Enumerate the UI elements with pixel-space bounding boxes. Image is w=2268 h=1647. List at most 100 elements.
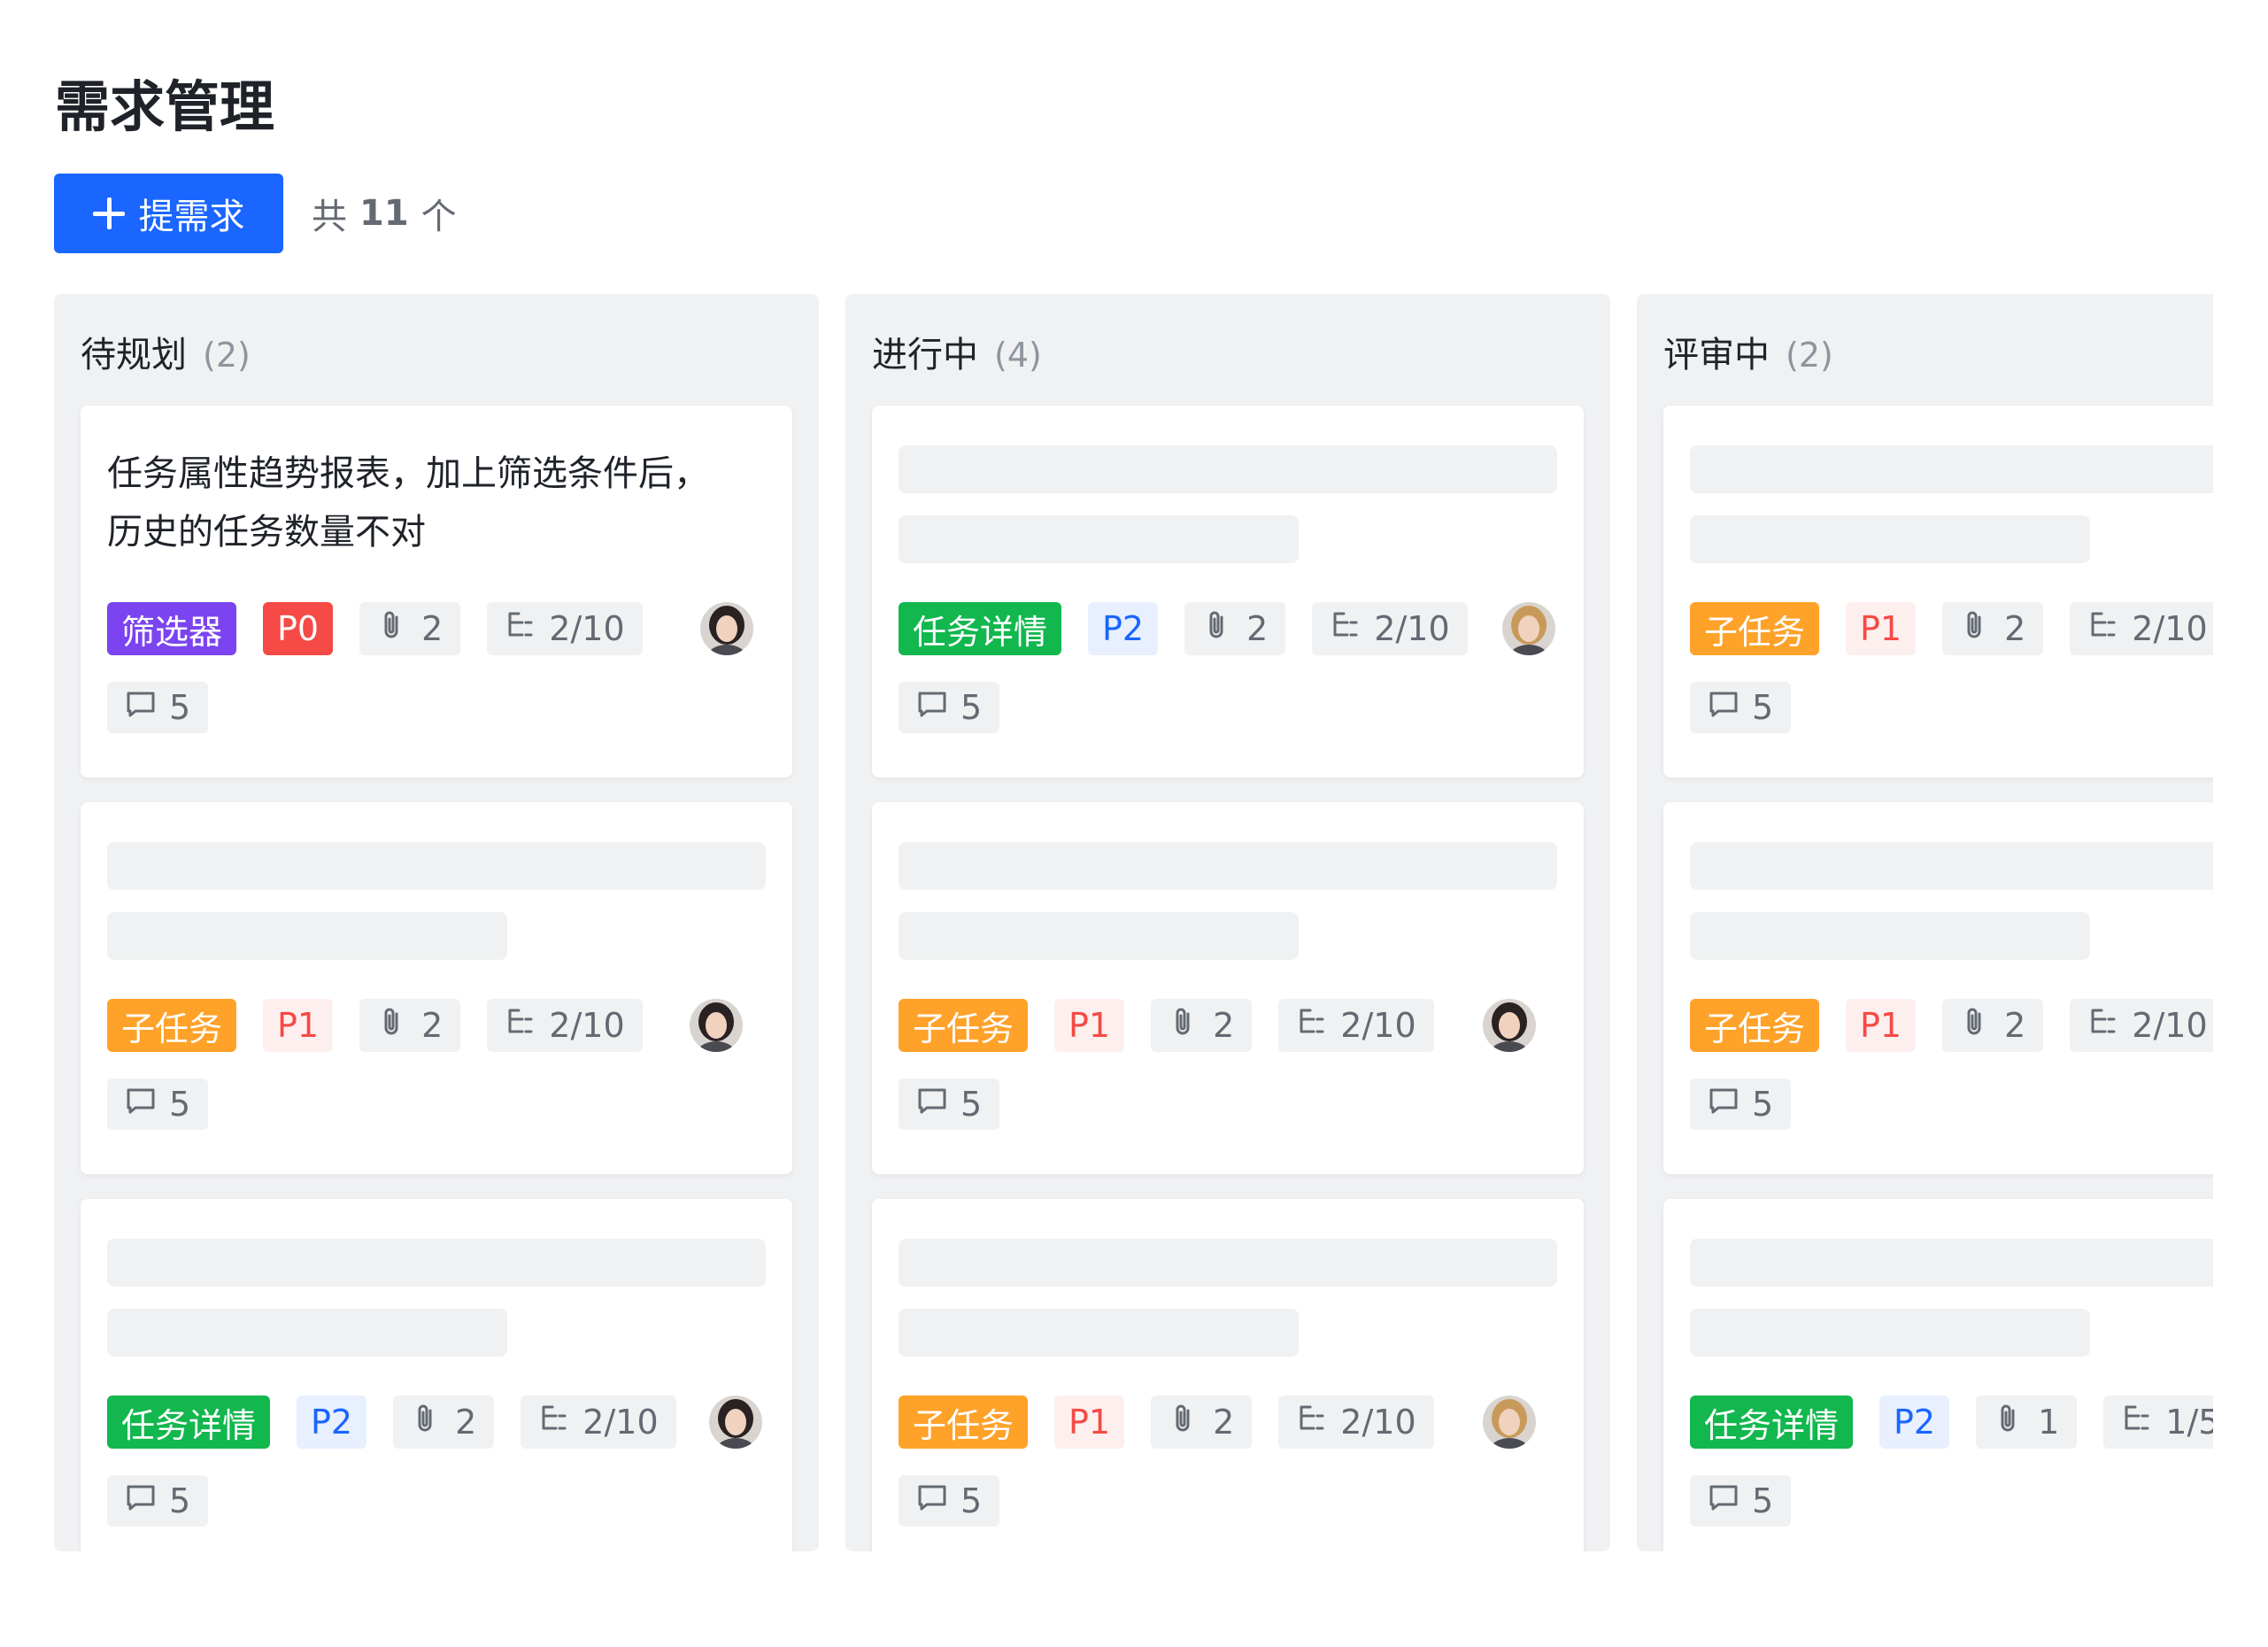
card-meta: 任务详情 P2 1 1/5 (1690, 1396, 2213, 1449)
priority-badge: P1 (1054, 999, 1125, 1052)
comment-count[interactable]: 5 (899, 682, 1000, 733)
requirement-card[interactable]: 子任务 P1 2 2/10 5 (81, 802, 792, 1174)
comment-count[interactable]: 5 (107, 1475, 209, 1527)
subtask-progress-value: 2/10 (1374, 609, 1450, 648)
comment-count[interactable]: 5 (107, 1079, 209, 1130)
skeleton-line (107, 912, 507, 960)
requirement-card[interactable]: 子任务 P1 2 2/10 5 (1663, 406, 2213, 777)
subtask-progress[interactable]: 2/10 (2070, 602, 2213, 655)
requirement-card[interactable]: 任务详情 P2 2 2/10 5 (81, 1199, 792, 1551)
attachment-count[interactable]: 2 (359, 602, 461, 655)
attachment-count-value: 2 (1213, 1403, 1235, 1442)
comment-count-value: 5 (960, 1481, 983, 1520)
comment-icon (1708, 688, 1740, 728)
assignee-avatar[interactable] (690, 999, 743, 1052)
subtask-progress-value: 2/10 (2132, 1006, 2208, 1045)
plus-icon (92, 197, 125, 229)
comment-count[interactable]: 5 (1690, 1079, 1792, 1130)
comment-icon (916, 688, 948, 728)
paperclip-icon (411, 1403, 443, 1442)
comment-count[interactable]: 5 (1690, 1475, 1792, 1527)
total-count: 共 11 个 (312, 188, 457, 239)
skeleton-line (107, 1239, 766, 1287)
column-title: 评审中 (1663, 335, 1770, 375)
assignee-avatar[interactable] (1483, 1396, 1536, 1449)
subtask-progress[interactable]: 2/10 (487, 999, 643, 1052)
assignee-avatar[interactable] (1483, 999, 1536, 1052)
paperclip-icon (1169, 1403, 1200, 1442)
type-tag: 子任务 (1690, 999, 1820, 1052)
comment-icon (125, 1085, 157, 1125)
column-title: 进行中 (872, 335, 978, 375)
type-tag: 筛选器 (107, 602, 237, 655)
column-header: 待规划 (2) (81, 326, 251, 377)
subtask-progress-value: 2/10 (549, 1006, 625, 1045)
paperclip-icon (1960, 1006, 1992, 1046)
attachment-count-value: 2 (1213, 1006, 1235, 1045)
comment-count[interactable]: 5 (107, 682, 209, 733)
card-title: 任务属性趋势报表，加上筛选条件后， 历史的任务数量不对 (107, 445, 762, 561)
priority-badge: P1 (1846, 602, 1917, 655)
skeleton-line (899, 912, 1299, 960)
skeleton-line (1690, 445, 2213, 493)
add-requirement-button[interactable]: 提需求 (54, 174, 283, 253)
assignee-avatar[interactable] (700, 602, 753, 655)
requirement-card[interactable]: 任务详情 P2 2 2/10 5 (872, 406, 1584, 777)
subtask-progress[interactable]: 2/10 (487, 602, 643, 655)
subtask-tree-icon (505, 1006, 536, 1046)
subtask-progress-value: 2/10 (549, 609, 625, 648)
type-tag: 子任务 (899, 999, 1029, 1052)
attachment-count[interactable]: 2 (359, 999, 461, 1052)
skeleton-line (107, 842, 766, 890)
comment-count-value: 5 (1752, 1481, 1774, 1520)
subtask-progress[interactable]: 2/10 (2070, 999, 2213, 1052)
priority-badge: P0 (263, 602, 334, 655)
card-meta: 筛选器 P0 2 2/10 (107, 602, 643, 655)
skeleton-line (899, 445, 1557, 493)
comment-count-value: 5 (1752, 688, 1774, 727)
comment-count[interactable]: 5 (1690, 682, 1792, 733)
requirement-card[interactable]: 子任务 P1 2 2/10 5 (872, 802, 1584, 1174)
attachment-count[interactable]: 2 (1151, 1396, 1253, 1449)
requirement-card[interactable]: 子任务 P1 2 2/10 5 (872, 1199, 1584, 1551)
column-header: 进行中 (4) (872, 326, 1042, 377)
assignee-avatar[interactable] (709, 1396, 762, 1449)
subtask-progress[interactable]: 2/10 (1312, 602, 1468, 655)
attachment-count-value: 2 (421, 1006, 444, 1045)
attachment-count[interactable]: 2 (1151, 999, 1253, 1052)
card-meta: 子任务 P1 2 2/10 (899, 999, 1434, 1052)
priority-badge: P2 (1088, 602, 1159, 655)
requirement-card[interactable]: 任务详情 P2 1 1/5 5 (1663, 1199, 2213, 1551)
attachment-count[interactable]: 2 (1184, 602, 1286, 655)
card-meta: 子任务 P1 2 2/10 (107, 999, 643, 1052)
comment-count-value: 5 (1752, 1085, 1774, 1124)
subtask-tree-icon (538, 1403, 570, 1442)
comment-count[interactable]: 5 (899, 1079, 1000, 1130)
paperclip-icon (1202, 609, 1234, 649)
assignee-avatar[interactable] (1502, 602, 1555, 655)
kanban-column: 进行中 (4) 任务详情 P2 2 2/10 5 子任务 P1 2 2/10 5 子任务 P1 2 2/10 5 (845, 294, 1610, 1551)
attachment-count[interactable]: 2 (1942, 999, 2044, 1052)
subtask-tree-icon (1330, 609, 1362, 649)
skeleton-line (1690, 515, 2090, 563)
subtask-progress[interactable]: 2/10 (1278, 1396, 1434, 1449)
requirement-card[interactable]: 任务属性趋势报表，加上筛选条件后， 历史的任务数量不对筛选器 P0 2 2/10 5 (81, 406, 792, 777)
subtask-progress[interactable]: 2/10 (521, 1396, 676, 1449)
subtask-tree-icon (1296, 1006, 1328, 1046)
subtask-progress[interactable]: 1/5 (2103, 1396, 2213, 1449)
attachment-count[interactable]: 2 (1942, 602, 2044, 655)
kanban-column: 待规划 (2) 任务属性趋势报表，加上筛选条件后， 历史的任务数量不对筛选器 P0 2 2/… (54, 294, 819, 1551)
attachment-count[interactable]: 1 (1976, 1396, 2078, 1449)
column-title: 待规划 (81, 335, 187, 375)
subtask-progress[interactable]: 2/10 (1278, 999, 1434, 1052)
attachment-count-value: 2 (2004, 609, 2026, 648)
subtask-progress-value: 2/10 (582, 1403, 659, 1442)
comment-count[interactable]: 5 (899, 1475, 1000, 1527)
attachment-count[interactable]: 2 (393, 1396, 495, 1449)
type-tag: 任务详情 (107, 1396, 271, 1449)
column-count: (2) (203, 336, 251, 375)
requirement-card[interactable]: 子任务 P1 2 2/10 5 (1663, 802, 2213, 1174)
card-meta: 任务详情 P2 2 2/10 (899, 602, 1468, 655)
comment-icon (125, 688, 157, 728)
total-suffix: 个 (420, 197, 457, 237)
